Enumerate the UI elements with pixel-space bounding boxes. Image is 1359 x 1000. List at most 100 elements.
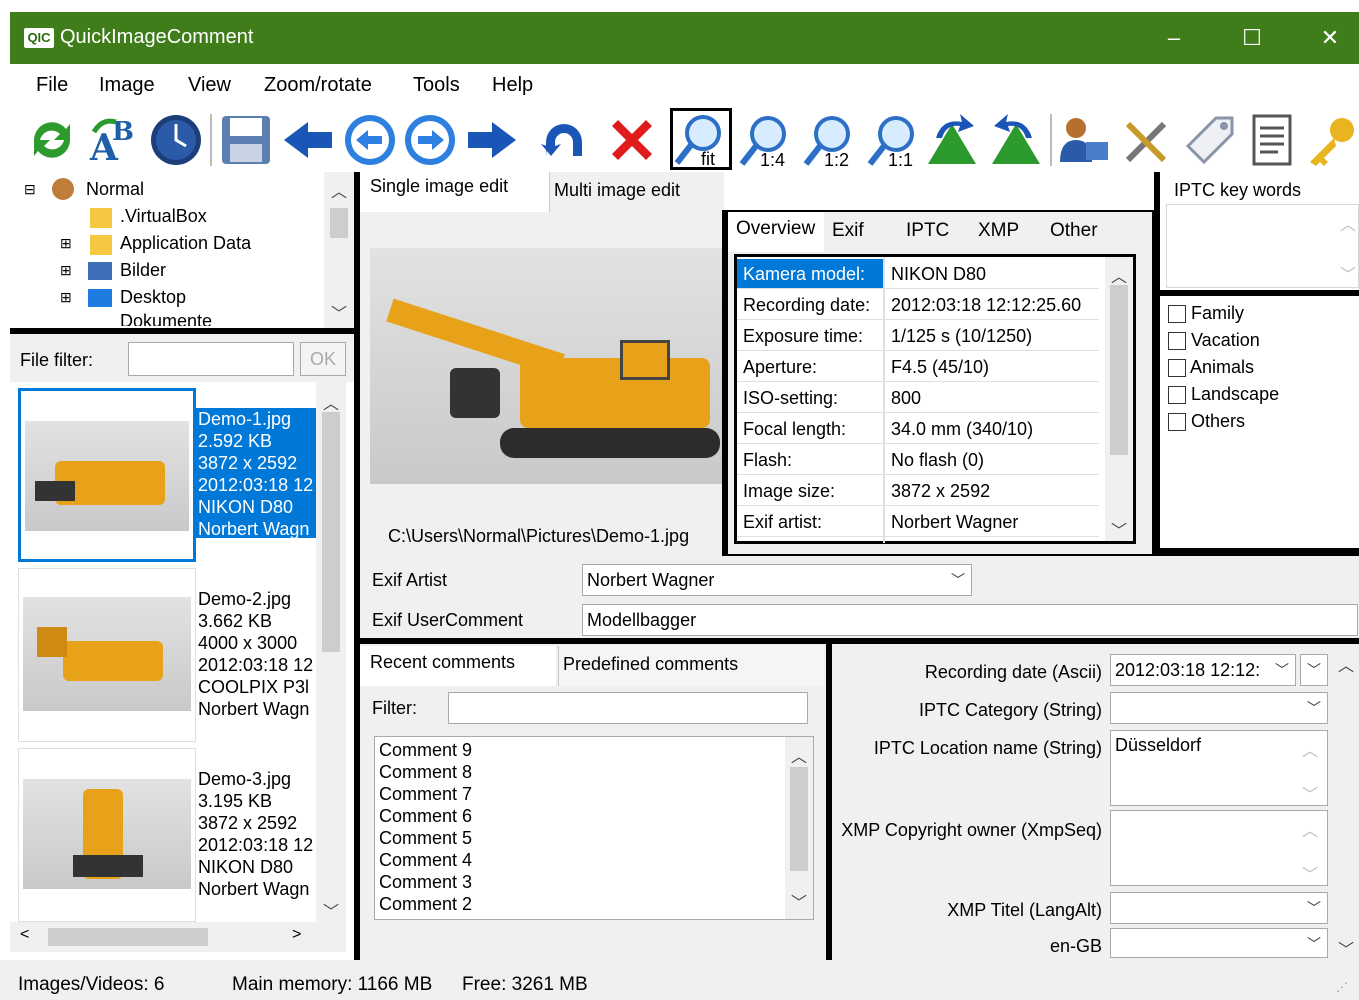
undo-icon[interactable] [536,112,592,168]
menu-view[interactable]: View [188,74,231,97]
prop-label: en-GB [1049,936,1102,956]
tab-multi-image-edit[interactable]: Multi image edit [552,176,716,212]
save-icon[interactable] [218,112,274,168]
document-icon[interactable] [1244,112,1300,168]
delete-icon[interactable] [604,112,660,168]
tab-overview[interactable]: Overview [728,212,824,252]
xmp-title-combo[interactable]: ﹀ [1110,892,1328,924]
tab-iptc[interactable]: IPTC [906,220,949,242]
resize-grip-icon[interactable]: ⋰ [1336,980,1348,994]
menu-image[interactable]: Image [99,74,155,97]
next-icon[interactable] [402,112,458,168]
list-item-selected[interactable] [18,388,196,562]
maximize-button[interactable]: ☐ [1230,22,1274,54]
list-item[interactable]: Comment 5 [379,827,472,849]
chevron-down-icon: ﹀ [1307,700,1321,716]
tab-single-image-edit[interactable]: Single image edit [360,172,550,212]
tab-exif[interactable]: Exif [832,220,864,242]
menu-zoom-rotate[interactable]: Zoom/rotate [264,74,372,97]
tools-icon[interactable] [1120,112,1176,168]
rotate-left-icon[interactable] [924,112,980,168]
tree-expand-icon[interactable]: ⊞ [60,257,72,284]
tree-item-application-data[interactable]: Application Data [120,230,251,257]
tree-item-dokumente[interactable]: Dokumente [120,312,212,326]
file-list-hscrollbar[interactable]: < > [10,922,346,952]
list-item[interactable]: Comment 4 [379,849,472,871]
list-item[interactable]: Comment 2 [379,893,472,915]
checkbox-family[interactable]: Family [1168,300,1279,327]
tab-recent-comments[interactable]: Recent comments [360,646,556,686]
svg-text:1:1: 1:1 [888,150,913,168]
tree-scrollbar[interactable]: ︿ ﹀ [324,172,354,328]
svg-text:fit: fit [701,149,715,167]
overview-key: Recording date: [737,290,883,320]
svg-text:1:2: 1:2 [824,150,849,168]
recording-date-dropdown-button[interactable]: ﹀ [1300,654,1328,686]
menu-tools[interactable]: Tools [413,74,460,97]
tree-expand-icon[interactable]: ⊟ [24,176,36,203]
iptc-location-input[interactable]: Düsseldorf ︿ ﹀ [1110,730,1328,806]
refresh-icon[interactable] [24,112,80,168]
rename-icon[interactable]: AB [86,112,142,169]
zoom-1-1-icon[interactable]: 1:1 [866,112,922,170]
minimize-button[interactable]: – [1152,22,1196,54]
exif-usercomment-input[interactable]: Modellbagger [582,604,1358,636]
close-button[interactable]: ✕ [1308,22,1352,54]
list-item[interactable]: Comment 6 [379,805,472,827]
svg-text:1:4: 1:4 [760,150,785,168]
tree-item-bilder[interactable]: Bilder [120,257,166,284]
list-item[interactable] [18,568,196,742]
tab-predefined-comments[interactable]: Predefined comments [558,646,824,686]
overview-scrollbar[interactable]: ︿ ﹀ [1105,257,1133,541]
tree-item-normal[interactable]: Normal [86,176,144,203]
exif-artist-combo[interactable]: Norbert Wagner ﹀ [582,564,972,596]
iptc-category-combo[interactable]: ﹀ [1110,692,1328,724]
list-item[interactable]: Comment 8 [379,761,472,783]
thumbnail-image [23,779,191,889]
exif-usercomment-label: Exif UserComment [372,610,524,630]
first-icon[interactable] [280,112,336,168]
file-list-scrollbar[interactable]: ︿ ﹀ [316,382,346,922]
checkbox-vacation[interactable]: Vacation [1168,327,1279,354]
list-item[interactable] [18,748,196,922]
xmp-copyright-input[interactable]: ︿ ﹀ [1110,810,1328,886]
file-size: 3.662 KB [198,611,273,631]
comments-scrollbar[interactable]: ︿ ﹀ [785,737,813,919]
file-date: 2012:03:18 12 [198,475,314,495]
tree-expand-icon[interactable]: ⊞ [60,230,72,257]
file-filter-input[interactable] [128,342,294,376]
key-icon[interactable] [1304,112,1359,168]
tree-expand-icon[interactable]: ⊞ [60,284,72,311]
exif-artist-label: Exif Artist [372,570,448,590]
checkbox-animals[interactable]: Animals [1168,354,1279,381]
rotate-right-icon[interactable] [988,112,1044,168]
zoom-1-4-icon[interactable]: 1:4 [738,112,794,170]
recording-date-combo[interactable]: 2012:03:18 12:12: ﹀ [1110,654,1296,686]
tree-item-virtualbox[interactable]: .VirtualBox [120,203,207,230]
checkbox-landscape[interactable]: Landscape [1168,381,1279,408]
overview-value: 800 [885,383,1099,413]
clock-icon[interactable] [148,112,204,168]
tag-icon[interactable] [1182,112,1238,168]
tab-xmp[interactable]: XMP [978,220,1019,242]
previous-icon[interactable] [342,112,398,168]
list-item[interactable]: Comment 7 [379,783,472,805]
iptc-keywords-input[interactable]: ︿ ﹀ [1166,204,1359,288]
user-settings-icon[interactable] [1056,112,1112,168]
menu-help[interactable]: Help [492,74,533,97]
comment-filter-input[interactable] [448,692,808,724]
zoom-1-2-icon[interactable]: 1:2 [802,112,858,170]
zoom-fit-icon[interactable]: fit [670,108,732,170]
checkbox-others[interactable]: Others [1168,408,1279,435]
last-icon[interactable] [464,112,520,168]
properties-scrollbar[interactable]: ︿ ﹀ [1334,644,1359,960]
thumbnail-image [25,421,189,531]
language-combo[interactable]: ﹀ [1110,928,1328,958]
overview-key: Focal length: [737,414,883,444]
tree-item-desktop[interactable]: Desktop [120,284,186,311]
list-item[interactable]: Comment 9 [379,739,472,761]
list-item[interactable]: Comment 3 [379,871,472,893]
tab-other[interactable]: Other [1050,220,1098,242]
file-filter-ok-button[interactable]: OK [300,342,346,376]
menu-file[interactable]: File [36,74,68,97]
